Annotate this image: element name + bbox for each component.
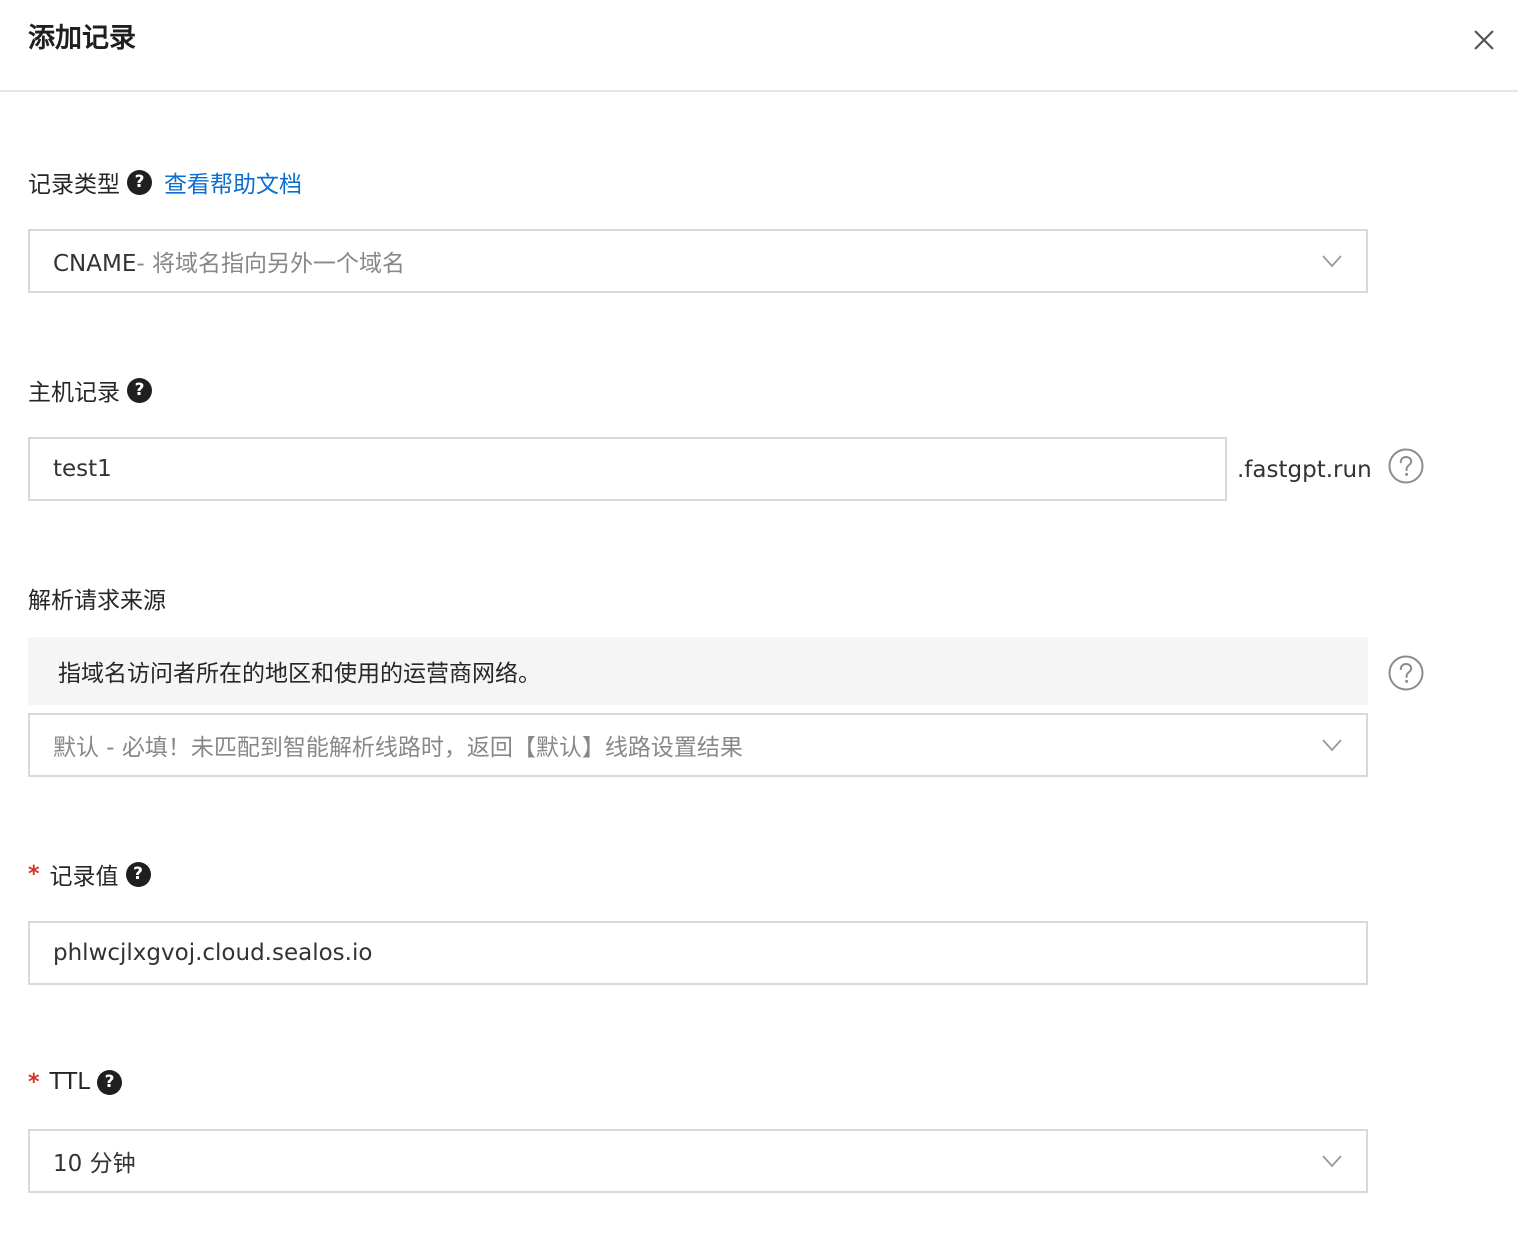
record-value-value: phlwcjlxgvoj.cloud.sealos.io [53, 940, 373, 966]
resolve-source-info-text: 指域名访问者所在的地区和使用的运营商网络。 [58, 661, 541, 687]
record-value-label-row: * 记录值 ? [28, 854, 151, 894]
question-mark-icon[interactable]: ? [97, 1069, 123, 1095]
record-type-value-prefix: CNAME [53, 251, 137, 277]
record-type-label-row: 记录类型 ? 查看帮助文档 [28, 162, 302, 202]
resolve-source-label-row: 解析请求来源 [28, 578, 166, 618]
ttl-label-row: * TTL ? [28, 1062, 123, 1102]
host-record-label: 主机记录 [28, 380, 120, 406]
help-doc-link[interactable]: 查看帮助文档 [164, 165, 302, 199]
question-mark-icon[interactable]: ? [125, 861, 151, 887]
resolve-source-value: 默认 - 必填！未匹配到智能解析线路时，返回【默认】线路设置结果 [53, 735, 743, 761]
close-icon[interactable] [1466, 22, 1502, 58]
required-mark: * [28, 1069, 40, 1095]
host-record-input[interactable]: test1 [28, 437, 1227, 501]
host-record-value: test1 [53, 456, 112, 482]
question-circle-icon[interactable] [1387, 447, 1425, 485]
chevron-down-icon [1322, 255, 1342, 268]
chevron-down-icon [1322, 1155, 1342, 1168]
record-type-select[interactable]: CNAME- 将域名指向另外一个域名 [28, 229, 1368, 293]
dialog-header: 添加记录 [0, 0, 1518, 92]
question-circle-icon[interactable] [1387, 654, 1425, 692]
ttl-value: 10 分钟 [53, 1151, 136, 1177]
record-value-label: 记录值 [49, 864, 119, 890]
question-mark-icon[interactable]: ? [127, 169, 152, 195]
record-value-input[interactable]: phlwcjlxgvoj.cloud.sealos.io [28, 921, 1368, 985]
host-record-label-row: 主机记录 ? [28, 370, 152, 410]
record-type-value: CNAME- 将域名指向另外一个域名 [53, 244, 405, 278]
record-type-value-hint: - 将域名指向另外一个域名 [136, 251, 405, 277]
ttl-select[interactable]: 10 分钟 [28, 1129, 1368, 1193]
resolve-source-label: 解析请求来源 [28, 588, 166, 614]
dialog-title: 添加记录 [28, 23, 136, 54]
ttl-label: TTL [49, 1069, 91, 1095]
domain-suffix: .fastgpt.run [1237, 457, 1372, 483]
resolve-source-select[interactable]: 默认 - 必填！未匹配到智能解析线路时，返回【默认】线路设置结果 [28, 713, 1368, 777]
question-mark-icon[interactable]: ? [127, 377, 152, 403]
chevron-down-icon [1322, 739, 1342, 752]
resolve-source-info: 指域名访问者所在的地区和使用的运营商网络。 [28, 637, 1368, 705]
record-type-label: 记录类型 [28, 172, 120, 198]
required-mark: * [28, 861, 40, 887]
